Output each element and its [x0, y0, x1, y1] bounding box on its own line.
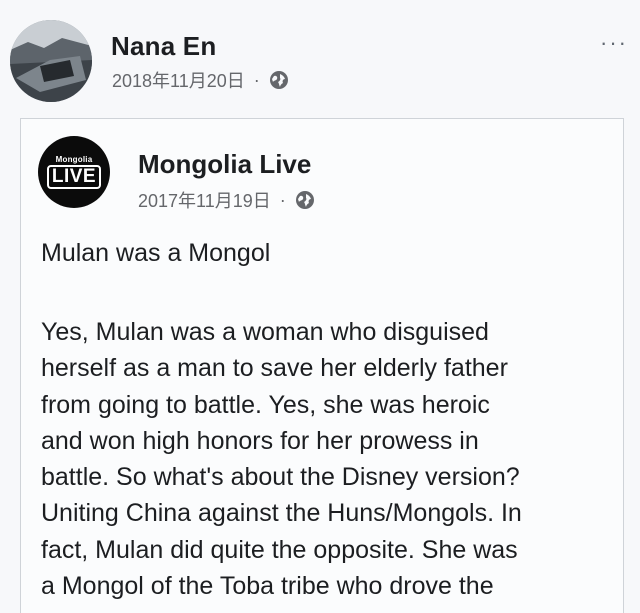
post-date[interactable]: 2018年11月20日	[112, 67, 245, 93]
globe-icon[interactable]	[269, 70, 289, 90]
author-name[interactable]: Nana En	[111, 31, 216, 62]
author-avatar[interactable]	[10, 20, 92, 102]
post-body-line: battle. So what's about the Disney versi…	[41, 463, 520, 492]
meta-separator: ·	[279, 189, 286, 210]
shared-post-date[interactable]: 2017年11月19日	[138, 187, 271, 213]
shared-post-meta: 2017年11月19日 ·	[138, 187, 315, 213]
logo-small-text: Mongolia	[55, 154, 93, 164]
post-body-line: a Mongol of the Toba tribe who drove the	[41, 572, 494, 601]
post-title: Mulan was a Mongol	[41, 239, 271, 267]
post-body-line: Uniting China against the Huns/Mongols. …	[41, 499, 522, 528]
shared-page-name[interactable]: Mongolia Live	[138, 149, 311, 180]
meta-separator: ·	[253, 69, 260, 90]
globe-icon[interactable]	[295, 190, 315, 210]
post-meta: 2018年11月20日 ·	[112, 67, 289, 93]
post-body: Yes, Mulan was a woman who disguised her…	[41, 314, 611, 604]
post-body-line: and won high honors for her prowess in	[41, 426, 479, 455]
post-body-line: fact, Mulan did quite the opposite. She …	[41, 535, 518, 564]
shared-post-card[interactable]: Mongolia LIVE Mongolia Live 2017年11月19日 …	[20, 118, 624, 613]
logo-big-text: LIVE	[46, 164, 102, 189]
more-options-icon[interactable]: ···	[600, 32, 628, 54]
post-body-line: from going to battle. Yes, she was heroi…	[41, 390, 490, 419]
page-logo[interactable]: Mongolia LIVE	[38, 136, 110, 208]
post-body-line: herself as a man to save her elderly fat…	[41, 354, 508, 383]
facebook-post: Nana En 2018年11月20日 · ··· Mongolia LIVE …	[0, 0, 640, 613]
post-body-line: Yes, Mulan was a woman who disguised	[41, 318, 489, 346]
avatar-photo	[10, 20, 92, 102]
